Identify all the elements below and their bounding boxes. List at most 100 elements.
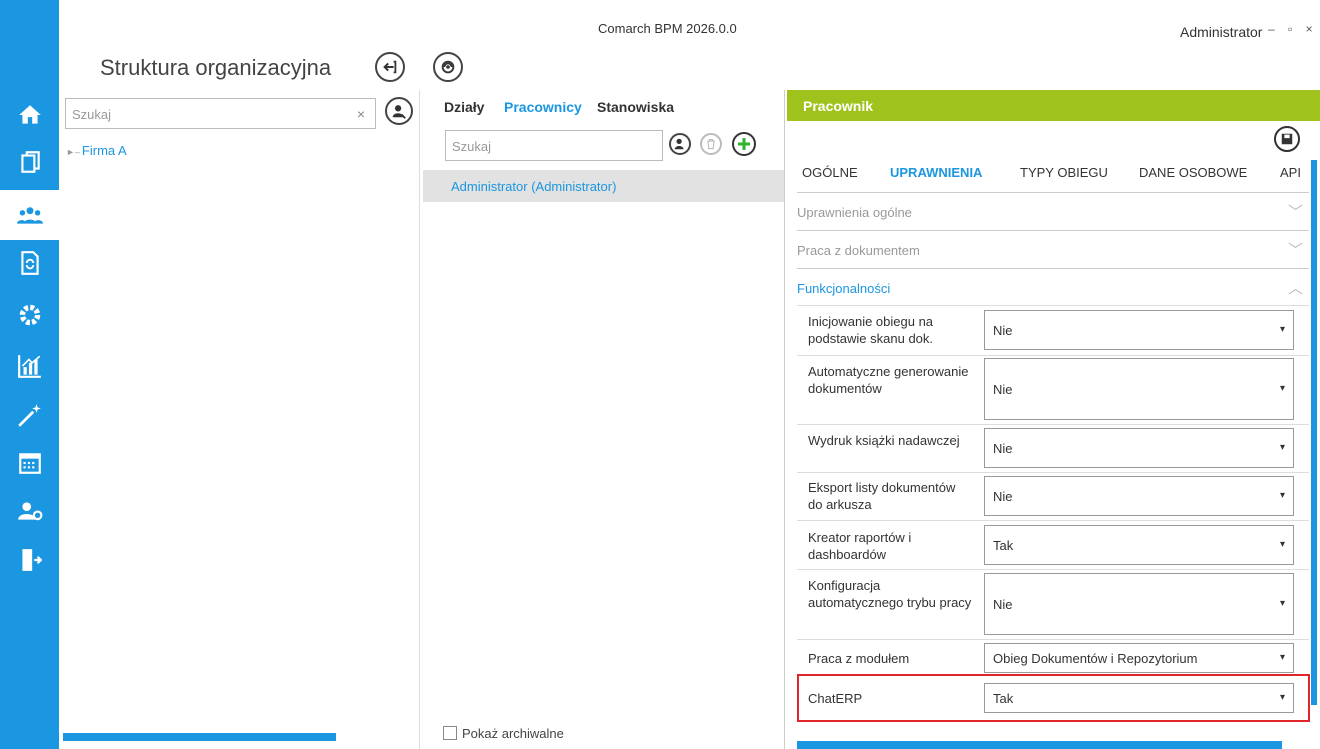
- tab-pracownicy[interactable]: Pracownicy: [504, 99, 582, 115]
- import-icon: [383, 60, 397, 74]
- chevron-down-icon: ﹀: [1287, 242, 1303, 259]
- chevron-up-icon: ︿: [1287, 280, 1303, 297]
- sidebar-item-home[interactable]: [0, 90, 59, 140]
- employee-name: Administrator (Administrator): [451, 179, 617, 194]
- app-title: Comarch BPM 2026.0.0: [598, 21, 737, 36]
- document-refresh-icon: [20, 251, 39, 275]
- select-value: Nie: [993, 489, 1013, 504]
- select-modul[interactable]: Obieg Dokumentów i Repozytorium ▾: [984, 643, 1294, 673]
- tab-dzialy[interactable]: Działy: [444, 99, 484, 115]
- row-label-kreator: Kreator raportów i dashboardów: [808, 530, 912, 562]
- row-label-wydruk: Wydruk książki nadawczej: [808, 433, 960, 448]
- divider: [797, 472, 1309, 473]
- employee-search-placeholder: Szukaj: [452, 139, 492, 154]
- sidebar-item-exit[interactable]: [0, 535, 59, 585]
- sync-button[interactable]: [433, 52, 463, 82]
- divider: [797, 520, 1309, 521]
- delete-button[interactable]: [700, 133, 722, 155]
- clear-search-icon[interactable]: ×: [357, 106, 365, 122]
- row-label-eksport: Eksport listy dokumentów do arkusza: [808, 480, 956, 512]
- sidebar-item-user-settings[interactable]: [0, 486, 59, 536]
- show-archived-label: Pokaż archiwalne: [462, 726, 564, 741]
- sync-icon: [441, 60, 455, 74]
- sidebar-item-calendar[interactable]: [0, 438, 59, 488]
- divider: [797, 355, 1309, 356]
- employee-search-input[interactable]: Szukaj: [445, 130, 663, 161]
- select-value: Nie: [993, 597, 1013, 612]
- select-value: Nie: [993, 441, 1013, 456]
- row-label-tryb: Konfiguracja automatycznego trybu pracy: [808, 578, 972, 610]
- select-eksport[interactable]: Nie ▾: [984, 476, 1294, 516]
- chevron-down-icon: ﹀: [1287, 204, 1303, 221]
- employee-details-title: Pracownik: [803, 98, 874, 114]
- section-uprawnienia-ogolne[interactable]: Uprawnienia ogólne ﹀: [797, 192, 1309, 230]
- sidebar: [0, 0, 59, 749]
- window-controls[interactable]: – ▫ ×: [1268, 22, 1318, 36]
- chevron-down-icon: ▾: [1279, 598, 1285, 609]
- select-skan[interactable]: Nie ▾: [984, 310, 1294, 350]
- row-label-generowanie: Automatyczne generowanie dokumentów: [808, 364, 969, 396]
- chevron-down-icon: ▾: [1279, 442, 1285, 453]
- chevron-down-icon: ▾: [1279, 490, 1285, 501]
- sidebar-item-users[interactable]: [0, 190, 59, 240]
- sidebar-item-documents[interactable]: [0, 137, 59, 187]
- tab-typy-obiegu[interactable]: TYPY OBIEGU: [1020, 165, 1108, 180]
- sidebar-item-settings[interactable]: [0, 290, 59, 340]
- structure-search-placeholder: Szukaj: [72, 107, 112, 122]
- sidebar-item-wizard[interactable]: [0, 390, 59, 440]
- divider: [797, 639, 1309, 640]
- user-search-button[interactable]: [385, 97, 413, 125]
- expand-arrow-icon[interactable]: ►–: [66, 147, 80, 157]
- structure-search-input[interactable]: Szukaj ×: [65, 98, 376, 129]
- calendar-icon: [18, 453, 41, 474]
- chevron-down-icon: ▾: [1279, 324, 1285, 335]
- current-user: Administrator: [1180, 24, 1263, 40]
- divider: [797, 569, 1309, 570]
- select-tryb[interactable]: Nie ▾: [984, 573, 1294, 635]
- trash-icon: [707, 138, 715, 150]
- select-generowanie[interactable]: Nie ▾: [984, 358, 1294, 420]
- select-value: Nie: [993, 382, 1013, 397]
- employee-row-selected[interactable]: Administrator (Administrator): [423, 170, 784, 202]
- tab-uprawnienia[interactable]: UPRAWNIENIA: [890, 165, 982, 180]
- import-button[interactable]: [375, 52, 405, 82]
- show-archived-checkbox[interactable]: [443, 726, 457, 740]
- structure-scrollbar[interactable]: [63, 733, 336, 741]
- magic-wand-icon: [17, 404, 41, 427]
- exit-icon: [21, 549, 42, 571]
- gear-icon: [19, 304, 40, 326]
- tab-dane-osobowe[interactable]: DANE OSOBOWE: [1139, 165, 1247, 180]
- chevron-down-icon: ▾: [1279, 652, 1285, 663]
- tree-item-firma-a[interactable]: ►– Firma A: [66, 143, 127, 158]
- divider: [797, 424, 1309, 425]
- section-praca-z-dokumentem[interactable]: Praca z dokumentem ﹀: [797, 230, 1309, 268]
- save-button[interactable]: [1274, 126, 1300, 152]
- select-value: Obieg Dokumentów i Repozytorium: [993, 651, 1198, 666]
- divider: [797, 305, 1309, 306]
- tree-item-label: Firma A: [81, 143, 127, 158]
- tab-ogolne[interactable]: OGÓLNE: [802, 165, 858, 180]
- details-horizontal-scrollbar[interactable]: [797, 741, 1282, 749]
- user-edit-button[interactable]: [669, 133, 691, 155]
- select-wydruk[interactable]: Nie ▾: [984, 428, 1294, 468]
- row-label-modul: Praca z modułem: [808, 651, 910, 666]
- sidebar-item-reports[interactable]: [0, 341, 59, 391]
- tab-stanowiska[interactable]: Stanowiska: [597, 99, 674, 115]
- sidebar-item-document-refresh[interactable]: [0, 238, 59, 288]
- tab-api[interactable]: API: [1280, 165, 1301, 180]
- home-icon: [18, 105, 41, 124]
- user-settings-icon: [17, 502, 42, 521]
- details-vertical-scrollbar[interactable]: [1311, 160, 1317, 705]
- page-title: Struktura organizacyjna: [100, 55, 332, 80]
- structure-panel: [59, 90, 420, 749]
- documents-icon: [20, 151, 40, 173]
- section-funkcjonalnosci[interactable]: Funkcjonalności ︿: [797, 268, 1309, 306]
- chaterp-highlight-frame: [797, 674, 1310, 722]
- row-label-skan: Inicjowanie obiegu na podstawie skanu do…: [808, 314, 934, 346]
- add-employee-button[interactable]: [732, 132, 756, 156]
- save-icon: [1281, 133, 1293, 145]
- section-label: Praca z dokumentem: [797, 243, 920, 258]
- select-kreator[interactable]: Tak ▾: [984, 525, 1294, 565]
- select-value: Nie: [993, 323, 1013, 338]
- user-edit-icon: [674, 138, 684, 150]
